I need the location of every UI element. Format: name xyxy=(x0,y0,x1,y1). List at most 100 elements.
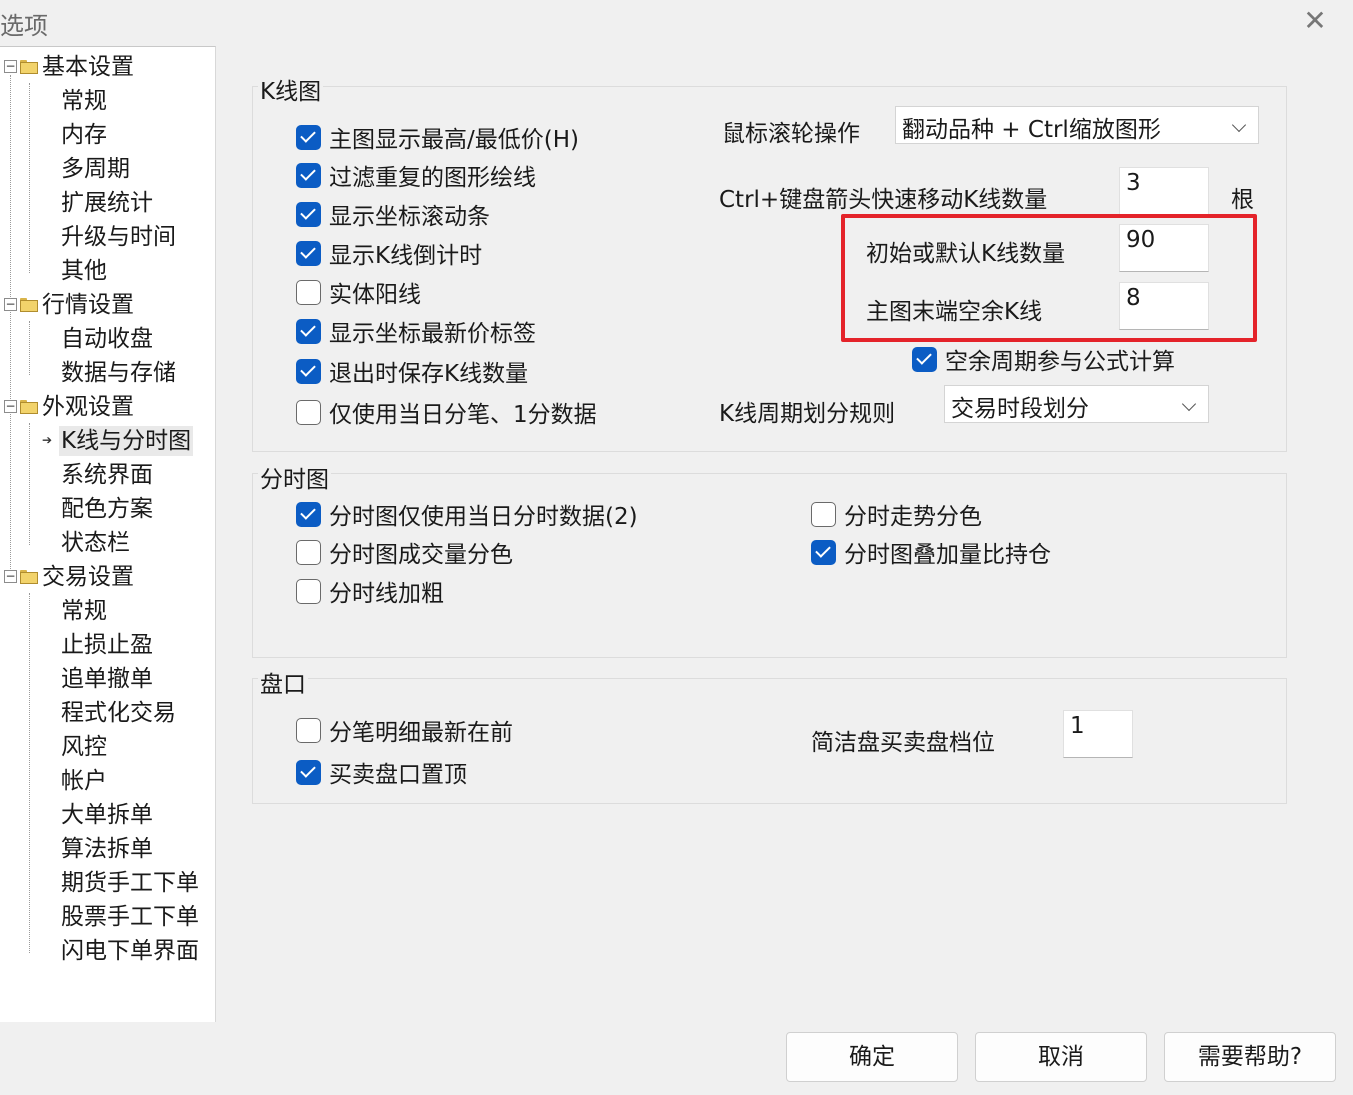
cancel-button[interactable]: 取消 xyxy=(975,1032,1147,1082)
checkbox-bold-line[interactable]: 分时线加粗 xyxy=(296,574,444,608)
checkbox-latest-price-tag[interactable]: 显示坐标最新价标签 xyxy=(296,314,536,348)
help-button[interactable]: 需要帮助? xyxy=(1164,1032,1336,1082)
checkbox-box xyxy=(296,240,321,266)
tree-item-general[interactable]: 常规 xyxy=(61,86,107,116)
checkbox-label: 分时走势分色 xyxy=(844,504,982,530)
tree-item-algo-split[interactable]: 算法拆单 xyxy=(61,834,153,864)
ctrl-move-input[interactable]: 3 xyxy=(1119,167,1209,215)
checkbox-solid-candle[interactable]: 实体阳线 xyxy=(296,275,421,309)
checkbox-label: 实体阳线 xyxy=(329,282,421,308)
tree-item-futures-manual[interactable]: 期货手工下单 xyxy=(61,868,199,898)
tree-group-trading[interactable]: 交易设置 xyxy=(42,562,134,592)
checkbox-box xyxy=(296,717,321,743)
tree-item-color-scheme[interactable]: 配色方案 xyxy=(61,494,153,524)
expander-basic[interactable]: − xyxy=(4,60,17,73)
expander-trading[interactable]: − xyxy=(4,570,17,583)
settings-tree: − 基本设置 常规 内存 多周期 扩展统计 升级与时间 其他 − 行情设置 自动… xyxy=(0,46,216,1022)
tree-item-multiperiod[interactable]: 多周期 xyxy=(61,154,130,184)
checkbox-tick-latest-first[interactable]: 分笔明细最新在前 xyxy=(296,713,513,747)
wheel-select[interactable]: 翻动品种 + Ctrl缩放图形 xyxy=(895,106,1259,144)
tree-item-risk-control[interactable]: 风控 xyxy=(61,732,107,762)
tree-item-chase-cancel[interactable]: 追单撤单 xyxy=(61,664,153,694)
tail-kline-input[interactable]: 8 xyxy=(1119,282,1209,330)
tree-item-upgrade-time[interactable]: 升级与时间 xyxy=(61,222,176,252)
checkbox-box xyxy=(296,201,321,227)
tree-item-auto-close[interactable]: 自动收盘 xyxy=(61,324,153,354)
checkbox-timeshare-today-only[interactable]: 分时图仅使用当日分时数据(2) xyxy=(296,497,638,531)
checkbox-today-tick-only[interactable]: 仅使用当日分笔、1分数据 xyxy=(296,395,597,429)
chevron-down-icon xyxy=(1231,117,1247,133)
checkbox-filter-duplicate[interactable]: 过滤重复的图形绘线 xyxy=(296,158,536,192)
checkbox-label: 显示坐标最新价标签 xyxy=(329,321,536,347)
close-icon[interactable]: ✕ xyxy=(1296,4,1334,40)
tree-group-basic[interactable]: 基本设置 xyxy=(42,52,134,82)
tree-item-other[interactable]: 其他 xyxy=(61,256,107,286)
checkbox-label: 分时图叠加量比持仓 xyxy=(844,542,1051,568)
timeshare-group-title: 分时图 xyxy=(258,460,331,494)
tree-item-statusbar[interactable]: 状态栏 xyxy=(61,528,130,558)
options-window: 选项 ✕ − 基本设置 常规 内存 多周期 扩展统计 升级与时间 其他 − 行情… xyxy=(0,0,1353,1095)
checkbox-label: 分时图成交量分色 xyxy=(329,542,513,568)
settings-panel: K线图 主图显示最高/最低价(H) 过滤重复的图形绘线 显示坐标滚动条 显示K线… xyxy=(218,46,1353,1022)
checkbox-box xyxy=(811,501,836,527)
orderbook-group-title: 盘口 xyxy=(258,665,308,699)
initial-kline-input[interactable]: 90 xyxy=(1119,224,1209,272)
checkbox-show-high-low[interactable]: 主图显示最高/最低价(H) xyxy=(296,120,579,154)
tree-item-data-storage[interactable]: 数据与存储 xyxy=(61,358,176,388)
checkbox-label: 分笔明细最新在前 xyxy=(329,720,513,746)
checkbox-label: 主图显示最高/最低价(H) xyxy=(329,127,579,153)
checkbox-box xyxy=(296,162,321,188)
checkbox-label: 退出时保存K线数量 xyxy=(329,361,529,387)
checkbox-box xyxy=(296,358,321,384)
checkbox-label: 仅使用当日分笔、1分数据 xyxy=(329,402,597,428)
tree-item-big-order-split[interactable]: 大单拆单 xyxy=(61,800,153,830)
checkbox-box xyxy=(296,399,321,425)
folder-icon xyxy=(20,400,38,414)
checkbox-trend-color[interactable]: 分时走势分色 xyxy=(811,497,982,531)
book-level-input[interactable]: 1 xyxy=(1063,710,1133,758)
checkbox-box xyxy=(296,501,321,527)
ctrl-move-unit: 根 xyxy=(1231,187,1254,213)
checkbox-box xyxy=(296,279,321,305)
chevron-down-icon xyxy=(1181,396,1197,412)
ok-button[interactable]: 确定 xyxy=(786,1032,958,1082)
tree-item-stop-loss[interactable]: 止损止盈 xyxy=(61,630,153,660)
checkbox-box xyxy=(296,124,321,150)
checkbox-save-kline-count[interactable]: 退出时保存K线数量 xyxy=(296,354,528,388)
tree-item-account[interactable]: 帐户 xyxy=(61,766,107,796)
wheel-label: 鼠标滚轮操作 xyxy=(722,121,860,147)
period-rule-value: 交易时段划分 xyxy=(951,396,1089,422)
tree-item-system-ui[interactable]: 系统界面 xyxy=(61,460,153,490)
selected-arrow-icon: ➔ xyxy=(42,433,53,447)
tree-item-program-trading[interactable]: 程式化交易 xyxy=(61,698,176,728)
tree-group-appearance[interactable]: 外观设置 xyxy=(42,392,134,422)
checkbox-label: 显示坐标滚动条 xyxy=(329,204,490,230)
checkbox-book-on-top[interactable]: 买卖盘口置顶 xyxy=(296,755,467,789)
tree-group-quotes[interactable]: 行情设置 xyxy=(42,290,134,320)
tree-item-ext-stats[interactable]: 扩展统计 xyxy=(61,188,153,218)
checkbox-label: 分时图仅使用当日分时数据(2) xyxy=(329,504,638,530)
tree-connector xyxy=(29,423,30,545)
tree-item-kline-timeshare[interactable]: K线与分时图 xyxy=(59,426,194,456)
tree-connector xyxy=(29,593,30,953)
kline-group-title: K线图 xyxy=(258,72,324,106)
checkbox-kline-countdown[interactable]: 显示K线倒计时 xyxy=(296,236,482,270)
checkbox-overlay-ratio[interactable]: 分时图叠加量比持仓 xyxy=(811,535,1051,569)
checkbox-label: 空余周期参与公式计算 xyxy=(945,349,1175,375)
initial-kline-label: 初始或默认K线数量 xyxy=(866,241,1066,267)
checkbox-volume-color[interactable]: 分时图成交量分色 xyxy=(296,535,513,569)
expander-appearance[interactable]: − xyxy=(4,400,17,413)
checkbox-show-scrollbar[interactable]: 显示坐标滚动条 xyxy=(296,197,490,231)
ctrl-move-label: Ctrl+键盘箭头快速移动K线数量 xyxy=(719,187,1048,213)
tree-item-memory[interactable]: 内存 xyxy=(61,120,107,150)
expander-quotes[interactable]: − xyxy=(4,298,17,311)
title-bar: 选项 ✕ xyxy=(0,0,1353,44)
period-rule-select[interactable]: 交易时段划分 xyxy=(944,385,1209,423)
tree-item-trade-general[interactable]: 常规 xyxy=(61,596,107,626)
tree-item-stock-manual[interactable]: 股票手工下单 xyxy=(61,902,199,932)
book-level-label: 简洁盘买卖盘档位 xyxy=(811,730,995,756)
folder-icon xyxy=(20,60,38,74)
checkbox-box xyxy=(296,759,321,785)
tree-item-flash-order[interactable]: 闪电下单界面 xyxy=(61,936,199,966)
checkbox-spare-period-formula[interactable]: 空余周期参与公式计算 xyxy=(912,342,1175,376)
